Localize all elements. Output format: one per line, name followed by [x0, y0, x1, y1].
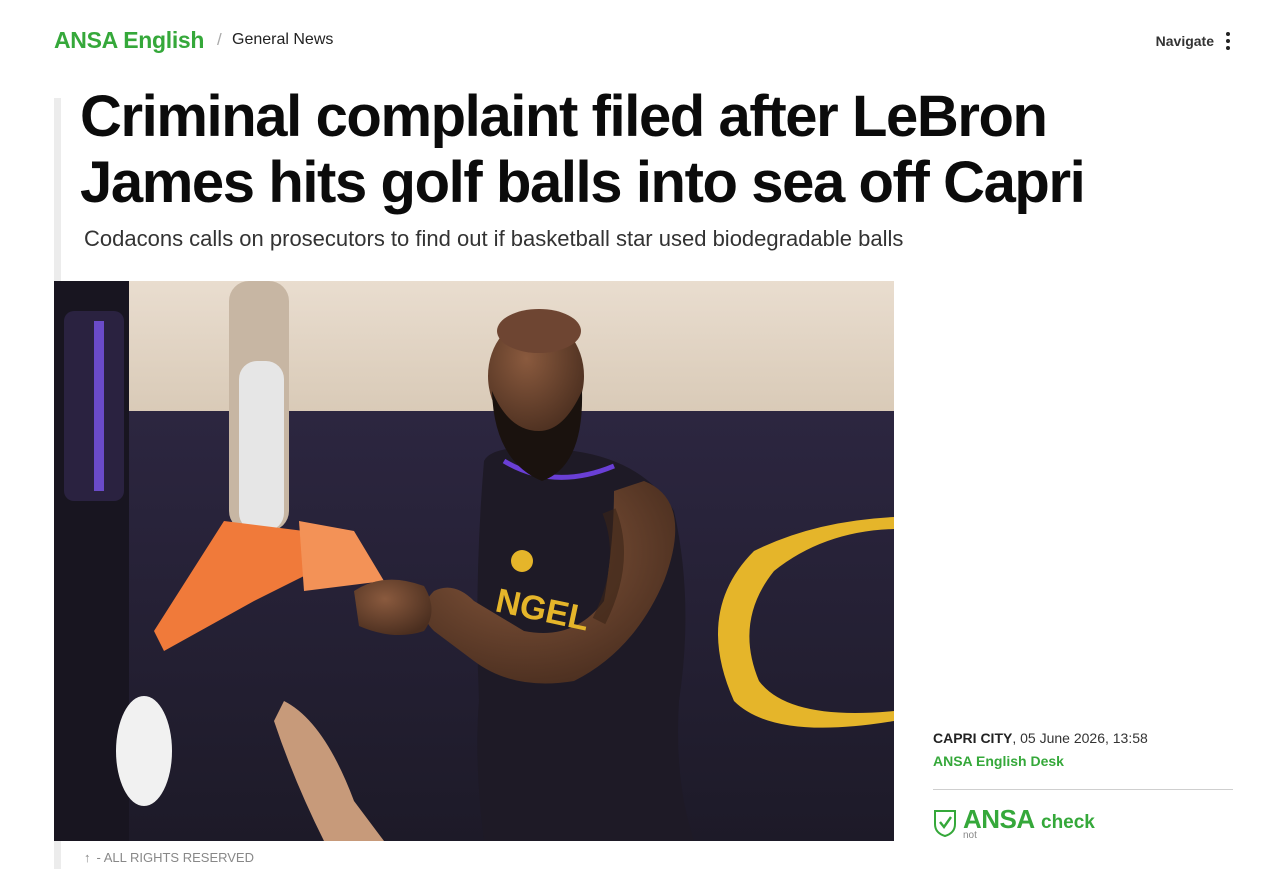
kebab-menu-icon — [1224, 32, 1232, 50]
author-link[interactable]: ANSA English Desk — [933, 752, 1233, 770]
ansa-check-word: check — [1041, 812, 1095, 833]
top-bar: ANSA English / General News Navigate — [54, 26, 1232, 56]
article-meta: CAPRI CITY, 05 June 2026, 13:58 ANSA Eng… — [933, 729, 1233, 790]
article-headline: Criminal complaint filed after LeBron Ja… — [80, 84, 1086, 215]
dateline-date: , 05 June 2026, 13:58 — [1012, 730, 1148, 746]
brand-logo-link[interactable]: ANSA English — [54, 27, 204, 54]
dateline-city: CAPRI CITY — [933, 730, 1013, 746]
article-subheadline: Codacons calls on prosecutors to find ou… — [84, 226, 904, 251]
photo-caption-text: - ALL RIGHTS RESERVED — [96, 850, 255, 865]
arrow-up-icon[interactable]: ↑ — [84, 850, 91, 865]
photo-caption: ↑ - ALL RIGHTS RESERVED — [84, 850, 254, 865]
meta-divider — [933, 789, 1233, 790]
article-photo[interactable]: NGEL — [54, 281, 894, 841]
shield-check-icon — [934, 810, 956, 838]
photo-illustration: NGEL — [54, 281, 894, 841]
ansa-check-subtext: not — [963, 830, 977, 841]
breadcrumb-separator: / — [217, 30, 222, 49]
navigate-button[interactable]: Navigate — [1156, 30, 1232, 52]
dateline: CAPRI CITY, 05 June 2026, 13:58 — [933, 729, 1233, 747]
breadcrumb-section-link[interactable]: General News — [232, 31, 333, 49]
navigate-label: Navigate — [1155, 33, 1214, 49]
ansa-check-badge[interactable]: ANSA check not — [933, 804, 1153, 846]
